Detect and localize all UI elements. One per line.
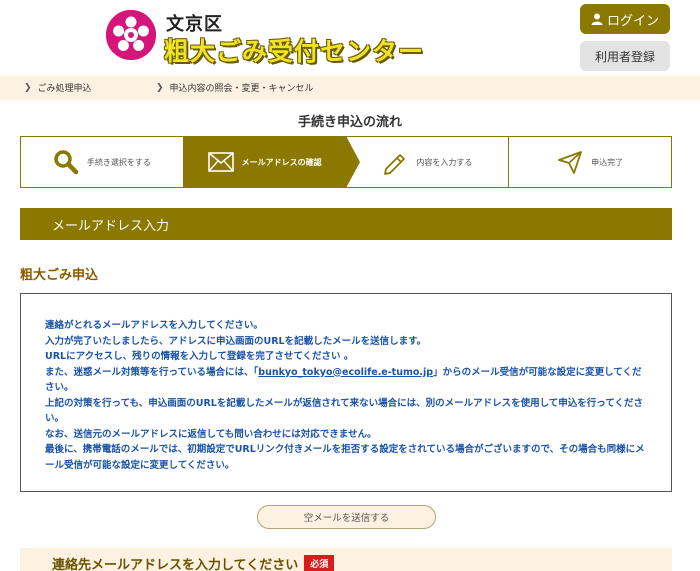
nav-item-inquiry-change-cancel[interactable]: ❯ 申込内容の照会・変更・キャンセル — [156, 81, 314, 95]
section-subtitle: 粗大ごみ申込 — [20, 268, 99, 283]
step-label: メールアドレスの確認 — [241, 157, 322, 167]
instructions-box: 連絡がとれるメールアドレスを入力してください。 入力が完了いたしましたら、アドレ… — [20, 293, 672, 492]
instruction-line: なお、送信元のメールアドレスに返信しても問い合わせには対応できません。 — [45, 428, 377, 440]
mail-icon — [207, 152, 234, 172]
instruction-line: URLにアクセスし、残りの情報を入力して登録を完了させてください 。 — [45, 351, 354, 362]
main-nav: ❯ ごみ処理申込 ❯ 申込内容の照会・変更・キャンセル — [0, 76, 700, 100]
search-icon — [54, 150, 79, 175]
instruction-line: 入力が完了いたしましたら、アドレスに申込画面のURLを記載したメールを送信します… — [45, 335, 427, 347]
site-header: 文京区 粗大ごみ受付センター ログイン 利用者登録 — [0, 0, 700, 76]
contact-email-label: 連絡先メールアドレスを入力してください — [52, 557, 299, 571]
site-title[interactable]: 粗大ごみ受付センター — [164, 32, 424, 68]
step-application-complete: 申込完了 — [509, 137, 671, 187]
instruction-line: 連絡がとれるメールアドレスを入力してください。 — [45, 320, 263, 331]
step-label: 内容を入力する — [416, 157, 473, 167]
send-icon — [558, 151, 583, 174]
nav-item-label: ごみ処理申込 — [37, 84, 92, 94]
step-label: 手続き選択をする — [86, 157, 151, 167]
chevron-right-icon: ❯ — [156, 82, 164, 93]
step-enter-details: 内容を入力する — [347, 137, 510, 187]
contact-email-heading: 連絡先メールアドレスを入力してください 必須 — [20, 548, 672, 571]
nav-item-label: 申込内容の照会・変更・キャンセル — [169, 84, 314, 94]
user-icon — [591, 13, 603, 25]
section-title: メールアドレス入力 — [20, 208, 672, 240]
chevron-right-icon: ❯ — [24, 82, 32, 93]
login-button[interactable]: ログイン — [580, 4, 670, 34]
pencil-icon — [384, 154, 406, 175]
step-label: 申込完了 — [591, 157, 624, 167]
send-empty-mail-button[interactable]: 空メールを送信する — [257, 505, 436, 529]
register-button[interactable]: 利用者登録 — [580, 41, 670, 71]
nav-item-garbage-application[interactable]: ❯ ごみ処理申込 — [24, 81, 92, 95]
step-indicator: 手続き選択をする メールアドレスの確認 内容を入力する 申込完了 — [20, 136, 672, 188]
login-label: ログイン — [606, 13, 659, 29]
instruction-line: 上記の対策を行っても、申込画面のURLを記載したメールが返信されて来ない場合には… — [45, 397, 644, 425]
instruction-text: また、迷惑メール対策等を行っている場合には、「 — [45, 366, 259, 378]
step-select-procedure: 手続き選択をする — [21, 137, 184, 187]
flow-title: 手続き申込の流れ — [297, 115, 402, 130]
instruction-line: また、迷惑メール対策等を行っている場合には、「bunkyo_tokyo@ecol… — [45, 365, 647, 396]
instruction-line: 最後に、携帯電話のメールでは、初期設定でURLリンク付きメールを拒否する設定をさ… — [45, 444, 645, 471]
sender-email-link[interactable]: bunkyo_tokyo@ecolife.e-tumo.jp — [258, 367, 433, 378]
ward-emblem-icon[interactable] — [106, 10, 156, 60]
step-email-confirmation: メールアドレスの確認 — [183, 136, 360, 188]
required-badge: 必須 — [304, 554, 335, 571]
